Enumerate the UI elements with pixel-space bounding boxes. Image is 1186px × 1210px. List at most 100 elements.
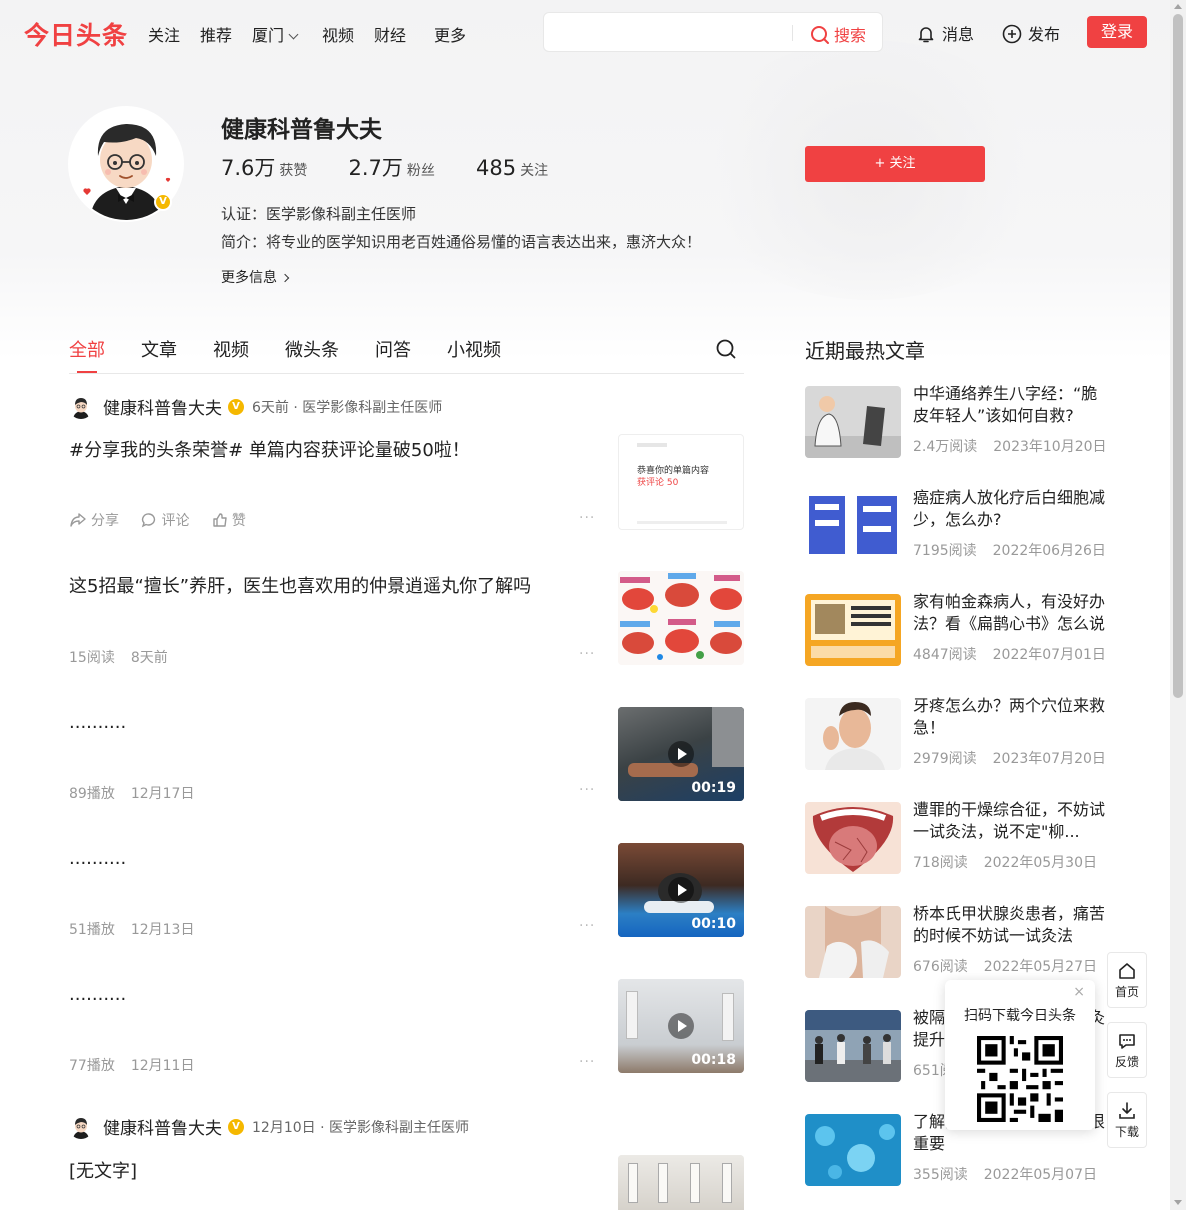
- tab-videos[interactable]: 视频: [213, 336, 249, 362]
- video-duration: 00:18: [691, 1052, 736, 1068]
- feed-title[interactable]: ..........: [69, 712, 126, 733]
- scroll-up-arrow-icon[interactable]: [1174, 4, 1182, 9]
- play-icon[interactable]: [668, 877, 694, 903]
- hot-article-item[interactable]: 癌症病人放化疗后白细胞减少，怎么办? 7195阅读 2022年06月26日: [805, 488, 1110, 562]
- play-icon[interactable]: [668, 741, 694, 767]
- hot-article-item[interactable]: 遭罪的干燥综合征，不妨试一试灸法，说不定"柳... 718阅读 2022年05月3…: [805, 800, 1113, 874]
- page-scrollbar[interactable]: [1170, 0, 1186, 1210]
- side-download-button[interactable]: 下载: [1107, 1092, 1147, 1148]
- comment-icon: [142, 513, 156, 528]
- hot-article-item[interactable]: 家有帕金森病人，有没好办法？看《扁鹊心书》怎么说 4847阅读 2022年07月0…: [805, 592, 1110, 666]
- nav-link-city[interactable]: 厦门: [252, 22, 299, 46]
- feed-author-name[interactable]: 健康科普鲁大夫: [103, 1119, 222, 1139]
- feedback-icon: [1119, 1034, 1135, 1049]
- home-icon: [1119, 963, 1135, 979]
- comment-button[interactable]: 评论: [141, 513, 189, 529]
- more-options-icon[interactable]: ···: [579, 510, 595, 526]
- feed-title[interactable]: ..........: [69, 848, 126, 869]
- dry-tongue-illustration: [805, 802, 901, 874]
- nav-link-follow[interactable]: 关注: [148, 22, 180, 46]
- more-options-icon[interactable]: ···: [579, 782, 595, 798]
- likes-label: 获赞: [279, 163, 308, 179]
- feed-title[interactable]: #分享我的头条荣誉# 单篇内容获评论量破50啦！: [69, 436, 470, 462]
- thumbnail-scroll: [690, 1163, 700, 1203]
- side-home-button[interactable]: 首页: [1107, 952, 1147, 1008]
- play-icon[interactable]: [668, 1013, 694, 1039]
- scroll-down-arrow-icon[interactable]: [1174, 1200, 1182, 1205]
- nav-link-recommend[interactable]: 推荐: [200, 22, 232, 46]
- feed-title[interactable]: 这5招最“擅长”养肝，医生也喜欢用的仲景逍遥丸你了解吗: [69, 572, 531, 598]
- scrollbar-thumb[interactable]: [1173, 14, 1183, 698]
- video-frame-scroll: [722, 993, 734, 1041]
- tab-qa[interactable]: 问答: [375, 336, 411, 362]
- read-count: 4847阅读: [913, 647, 977, 663]
- feed-title[interactable]: [无文字]: [69, 1157, 137, 1183]
- tab-micro-posts[interactable]: 微头条: [285, 336, 339, 362]
- nav-link-video[interactable]: 视频: [322, 22, 354, 46]
- feed-thumbnail-liver-cartoons[interactable]: [618, 571, 744, 665]
- author-avatar[interactable]: [69, 394, 93, 419]
- thumbs-up-icon: [213, 513, 227, 527]
- close-icon[interactable]: ×: [1073, 984, 1085, 1000]
- messages-label: 消息: [942, 25, 975, 44]
- publish-date: 2023年10月20日: [993, 439, 1107, 455]
- following-stat[interactable]: 485 关注: [476, 156, 548, 180]
- feed-video-thumbnail[interactable]: 00:19: [618, 707, 744, 801]
- chevron-right-icon: [280, 273, 290, 283]
- feed-thumbnail-honor-card[interactable]: 恭喜你的单篇内容 获评论 50: [618, 434, 744, 530]
- publish-time: 12月11日: [130, 1058, 195, 1074]
- more-options-icon[interactable]: ···: [579, 646, 595, 662]
- tab-search-button[interactable]: [715, 338, 737, 364]
- more-options-icon[interactable]: ···: [579, 1054, 595, 1070]
- login-button[interactable]: 登录: [1087, 16, 1147, 48]
- search-input[interactable]: [556, 21, 784, 45]
- thumbnail-scroll: [628, 1163, 638, 1203]
- content-tabs: 全部 文章 视频 微头条 问答 小视频: [69, 336, 744, 374]
- follow-button[interactable]: + 关注: [805, 146, 985, 182]
- qr-code: [977, 1036, 1063, 1122]
- like-button[interactable]: 赞: [212, 513, 246, 529]
- book-cover-illustration: [805, 594, 901, 666]
- site-logo[interactable]: 今日头条: [24, 16, 128, 52]
- tab-articles[interactable]: 文章: [141, 336, 177, 362]
- hot-article-item[interactable]: 中华通络养生八字经：“脆皮年轻人”该如何自救? 2.4万阅读 2023年10月20…: [805, 384, 1110, 458]
- messages-button[interactable]: 消息: [916, 21, 974, 45]
- nav-link-more[interactable]: 更多: [434, 22, 466, 46]
- following-label: 关注: [520, 163, 549, 179]
- tab-short-videos[interactable]: 小视频: [447, 336, 501, 362]
- share-button[interactable]: 分享: [69, 513, 119, 529]
- feed-thumbnail-calligraphy[interactable]: [618, 1155, 744, 1210]
- tab-all[interactable]: 全部: [69, 336, 105, 373]
- read-count: 2.4万阅读: [913, 439, 978, 455]
- hot-article-meta: 2979阅读 2023年07月20日: [913, 748, 1122, 768]
- search-button[interactable]: 搜索: [810, 22, 866, 46]
- nav-link-finance[interactable]: 财经: [374, 22, 406, 46]
- publish-button[interactable]: 发布: [1002, 21, 1060, 45]
- hot-article-meta: 2.4万阅读 2023年10月20日: [913, 436, 1123, 456]
- feed-video-thumbnail[interactable]: 00:10: [618, 843, 744, 937]
- more-options-icon[interactable]: ···: [579, 918, 595, 934]
- publish-date: 2022年05月07日: [983, 1167, 1097, 1183]
- feed-title[interactable]: ..........: [69, 984, 126, 1005]
- like-label: 赞: [231, 513, 246, 529]
- feed-stats: 15阅读 8天前: [69, 647, 184, 667]
- side-feedback-button[interactable]: 反馈: [1107, 1022, 1147, 1078]
- hot-article-item[interactable]: 牙疼怎么办？两个穴位来救急！ 2979阅读 2023年07月20日: [805, 696, 1110, 770]
- feed-video-thumbnail[interactable]: 00:18: [618, 979, 744, 1073]
- fans-stat[interactable]: 2.7万 粉丝: [349, 152, 435, 182]
- play-count: 89播放: [69, 786, 115, 802]
- profile-stats: 7.6万 获赞 2.7万 粉丝 485 关注: [221, 152, 584, 182]
- more-info-link[interactable]: 更多信息: [221, 267, 290, 287]
- honor-card-text-1: 恭喜你的单篇内容: [637, 466, 710, 476]
- feed-author-name[interactable]: 健康科普鲁大夫: [103, 399, 222, 419]
- hot-article-thumbnail: [805, 802, 901, 874]
- plus-circle-icon: [1002, 24, 1022, 44]
- hot-article-item[interactable]: 桥本氏甲状腺炎患者，痛苦的时候不妨试一试灸法 676阅读 2022年05月27日: [805, 904, 1110, 978]
- toothache-man-illustration: [805, 698, 901, 770]
- honor-card-text-2: 获评论 50: [637, 478, 679, 488]
- thumbnail-scroll: [722, 1163, 732, 1203]
- hot-article-meta: 718阅读 2022年05月30日: [913, 852, 1113, 872]
- more-info-label: 更多信息: [221, 270, 277, 286]
- search-icon: [716, 339, 736, 359]
- author-avatar[interactable]: [69, 1114, 93, 1139]
